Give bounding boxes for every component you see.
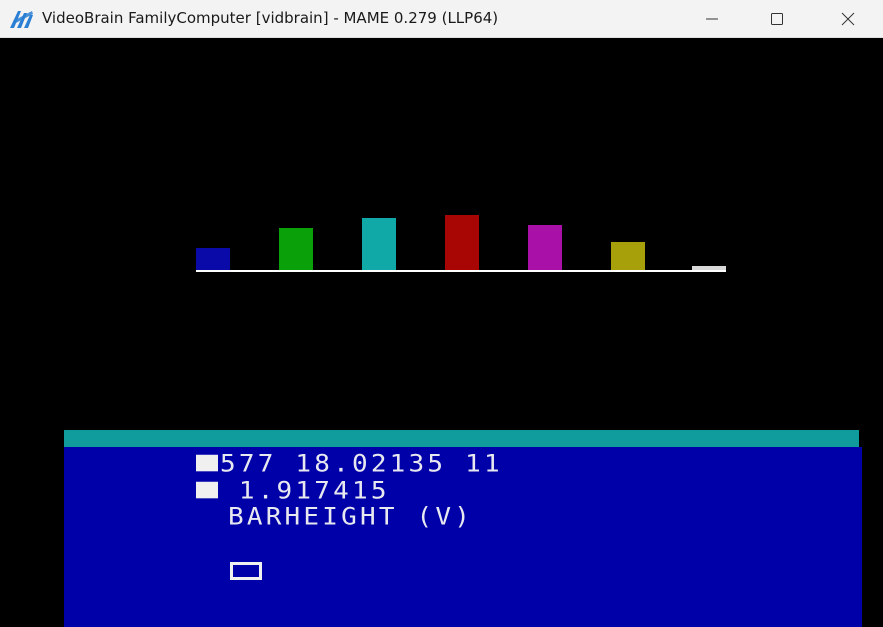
readout-values: 577 18.02135 11 bbox=[220, 450, 503, 478]
bar-2 bbox=[279, 228, 313, 270]
mame-logo-icon bbox=[10, 11, 33, 28]
terminal-line-2: 1.917415 bbox=[196, 479, 390, 503]
prompt-label: BARHEIGHT (V) bbox=[228, 503, 474, 531]
bar-display bbox=[196, 215, 726, 272]
bar-7 bbox=[692, 266, 726, 270]
teal-divider-strip bbox=[64, 430, 859, 447]
readout-result: 1.917415 bbox=[220, 477, 390, 505]
baseline bbox=[196, 270, 726, 272]
emulator-screen[interactable]: 577 18.02135 11 1.917415 BARHEIGHT (V) bbox=[0, 38, 883, 627]
bar-5 bbox=[528, 225, 562, 270]
mame-window: VideoBrain FamilyComputer [vidbrain] - M… bbox=[0, 0, 883, 627]
bar-4 bbox=[445, 215, 479, 270]
input-cursor-icon bbox=[230, 562, 262, 580]
minimize-icon bbox=[706, 18, 718, 20]
close-button[interactable] bbox=[813, 0, 883, 38]
block-cursor-icon bbox=[196, 481, 218, 498]
title-bar[interactable]: VideoBrain FamilyComputer [vidbrain] - M… bbox=[0, 0, 883, 38]
bar-6 bbox=[611, 242, 645, 270]
bar-1 bbox=[196, 248, 230, 270]
terminal-line-3: BARHEIGHT (V) bbox=[228, 505, 473, 529]
terminal-line-1: 577 18.02135 11 bbox=[196, 452, 503, 476]
bar-3 bbox=[362, 218, 396, 270]
block-cursor-icon bbox=[196, 454, 218, 471]
maximize-icon bbox=[771, 13, 783, 25]
minimize-button[interactable] bbox=[677, 0, 747, 38]
close-icon bbox=[841, 12, 855, 26]
window-title: VideoBrain FamilyComputer [vidbrain] - M… bbox=[42, 9, 499, 27]
maximize-button[interactable] bbox=[742, 0, 812, 38]
